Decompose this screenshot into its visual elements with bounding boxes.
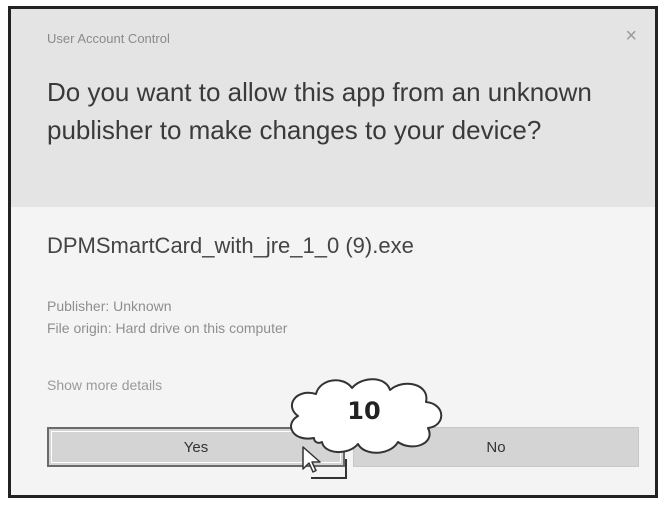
dialog-header: User Account Control × Do you want to al… [11,9,655,207]
show-more-details-link[interactable]: Show more details [47,377,162,393]
publisher-text: Publisher: Unknown [47,298,172,314]
close-icon[interactable]: × [625,25,637,48]
app-meta: Publisher: Unknown File origin: Hard dri… [47,295,287,339]
dialog-question: Do you want to allow this app from an un… [47,77,592,145]
app-name: DPMSmartCard_with_jre_1_0 (9).exe [47,233,414,258]
step-number: 10 [347,397,381,425]
file-origin-text: File origin: Hard drive on this computer [47,320,288,336]
dialog-title: User Account Control [47,31,170,46]
